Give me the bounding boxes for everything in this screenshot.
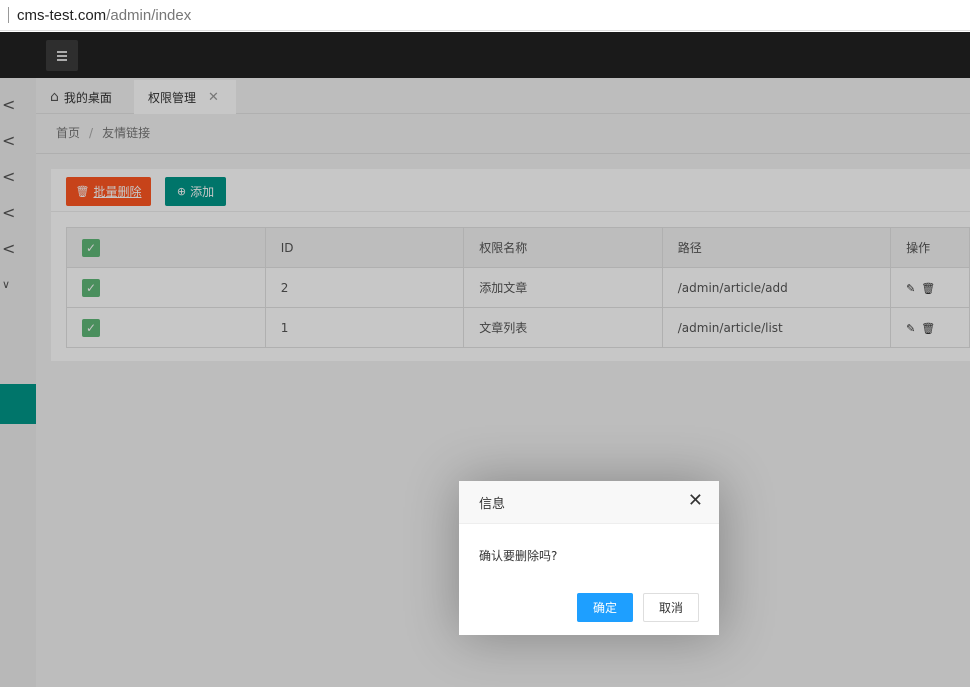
url-text[interactable]: cms-test.com/admin/index — [17, 7, 191, 24]
confirm-dialog: 信息 ✕ 确认要删除吗? 确定 取消 — [459, 481, 719, 635]
url-path: /admin/index — [106, 6, 192, 24]
ok-button[interactable]: 确定 — [577, 593, 633, 622]
text-caret — [8, 7, 9, 23]
dialog-header: 信息 ✕ — [459, 481, 719, 524]
dialog-message: 确认要删除吗? — [479, 549, 558, 563]
close-icon[interactable]: ✕ — [688, 491, 703, 511]
url-host: cms-test.com — [17, 6, 107, 24]
dialog-title: 信息 — [479, 496, 506, 512]
address-bar[interactable]: cms-test.com/admin/index — [0, 0, 970, 31]
cancel-button[interactable]: 取消 — [643, 593, 699, 622]
